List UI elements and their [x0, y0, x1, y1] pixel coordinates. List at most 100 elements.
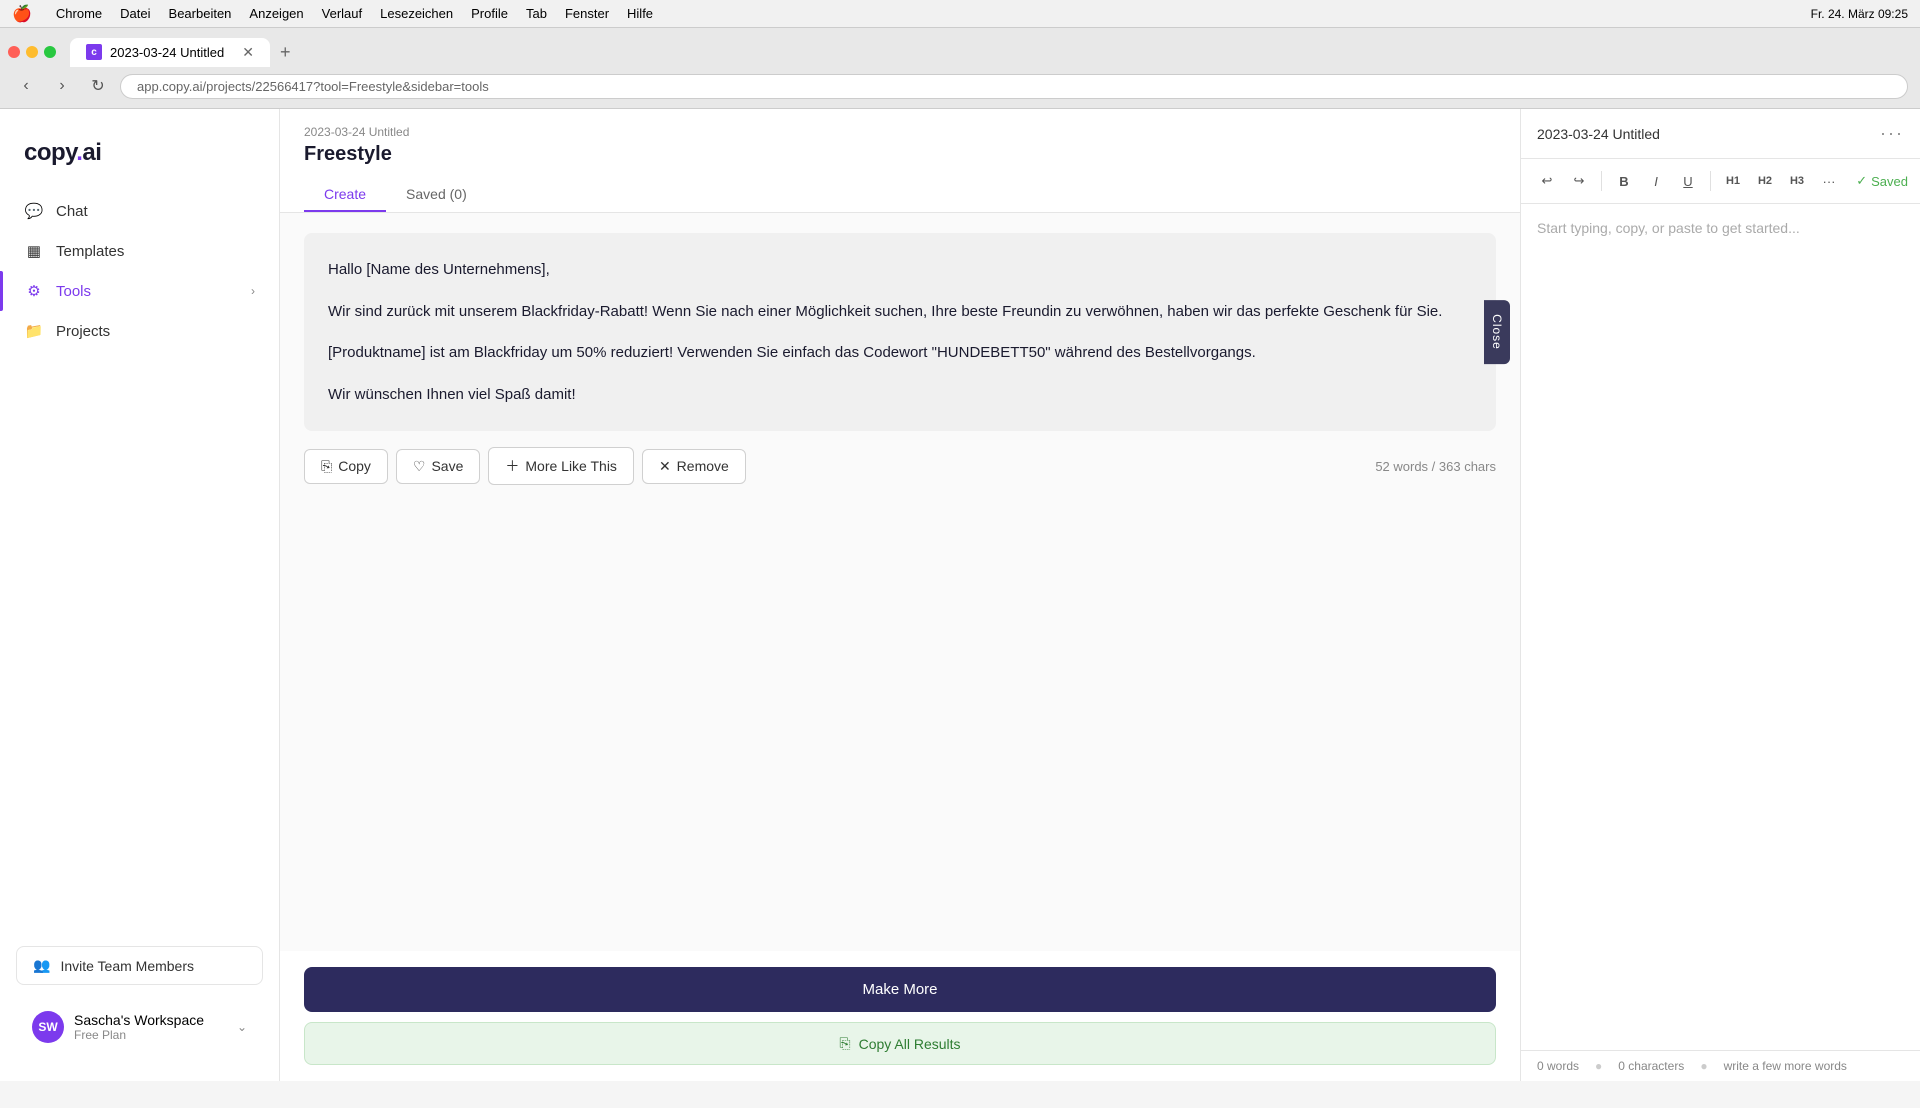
back-button[interactable]: ‹: [12, 72, 40, 100]
sidebar-item-tools[interactable]: ⚙ Tools ›: [0, 271, 279, 311]
bottom-actions: Make More ⎘ Copy All Results: [280, 951, 1520, 1081]
menu-lesezeichen[interactable]: Lesezeichen: [380, 6, 453, 21]
sidebar-item-projects[interactable]: 📁 Projects: [0, 311, 279, 351]
invite-team-members-button[interactable]: 👥 Invite Team Members: [16, 946, 263, 985]
sidebar-item-tools-label: Tools: [56, 283, 91, 300]
window-controls: [8, 46, 56, 58]
output-area: Hallo [Name des Unternehmens], Wir sind …: [280, 213, 1520, 951]
copy-all-icon: ⎘: [839, 1035, 850, 1052]
editor-placeholder: Start typing, copy, or paste to get star…: [1537, 220, 1800, 236]
remove-label: Remove: [677, 458, 729, 474]
italic-button[interactable]: I: [1642, 167, 1670, 195]
footer-separator-2: ●: [1700, 1059, 1707, 1073]
footer-words: 0 words: [1537, 1059, 1579, 1073]
remove-button[interactable]: ✕ Remove: [642, 449, 746, 484]
copy-icon: ⎘: [321, 458, 332, 475]
projects-icon: 📁: [24, 321, 44, 341]
menu-profile[interactable]: Profile: [471, 6, 508, 21]
editor-menu-button[interactable]: ···: [1880, 123, 1904, 144]
chevron-right-icon: ›: [251, 284, 255, 298]
invite-icon: 👥: [33, 957, 50, 974]
result-text: Hallo [Name des Unternehmens], Wir sind …: [328, 257, 1472, 407]
workspace-bar[interactable]: SW Sascha's Workspace Free Plan ⌄: [16, 1001, 263, 1053]
h1-button[interactable]: H1: [1719, 167, 1747, 195]
page-title: Freestyle: [304, 143, 1496, 166]
sidebar-item-templates-label: Templates: [56, 243, 124, 260]
footer-separator-1: ●: [1595, 1059, 1602, 1073]
copy-label: Copy: [338, 458, 371, 474]
editor-footer: 0 words ● 0 characters ● write a few mor…: [1521, 1050, 1920, 1081]
menu-chrome[interactable]: Chrome: [56, 6, 102, 21]
new-tab-button[interactable]: +: [274, 42, 297, 63]
more-toolbar-button[interactable]: ···: [1815, 167, 1843, 195]
tab-saved[interactable]: Saved (0): [386, 178, 487, 212]
sidebar-item-chat[interactable]: 💬 Chat: [0, 191, 279, 231]
make-more-button[interactable]: Make More: [304, 967, 1496, 1012]
redo-button[interactable]: ↪: [1565, 167, 1593, 195]
copy-all-label: Copy All Results: [859, 1036, 961, 1052]
reload-button[interactable]: ↻: [84, 72, 112, 100]
sidebar: copy.ai 💬 Chat ▦ Templates ⚙ Tools › 📁 P…: [0, 109, 280, 1081]
bold-button[interactable]: B: [1610, 167, 1638, 195]
save-icon: ♡: [413, 458, 426, 475]
menu-verlauf[interactable]: Verlauf: [322, 6, 362, 21]
workspace-info: Sascha's Workspace Free Plan: [74, 1012, 227, 1042]
address-bar[interactable]: app.copy.ai/projects/22566417?tool=Frees…: [120, 74, 1908, 99]
sidebar-item-projects-label: Projects: [56, 323, 110, 340]
check-icon: ✓: [1856, 173, 1867, 189]
h2-button[interactable]: H2: [1751, 167, 1779, 195]
more-icon: ＋: [505, 456, 519, 476]
footer-chars: 0 characters: [1618, 1059, 1684, 1073]
h3-button[interactable]: H3: [1783, 167, 1811, 195]
menu-bearbeiten[interactable]: Bearbeiten: [169, 6, 232, 21]
mac-menubar: 🍎 Chrome Datei Bearbeiten Anzeigen Verla…: [0, 0, 1920, 28]
menu-tab[interactable]: Tab: [526, 6, 547, 21]
avatar-initials: SW: [38, 1020, 57, 1034]
footer-hint: write a few more words: [1724, 1059, 1847, 1073]
workspace-name: Sascha's Workspace: [74, 1012, 227, 1028]
result-paragraph-4: Wir wünschen Ihnen viel Spaß damit!: [328, 382, 1472, 408]
tab-close-button[interactable]: ✕: [242, 44, 254, 61]
saved-status: ✓ Saved: [1856, 173, 1908, 189]
editor-body[interactable]: Start typing, copy, or paste to get star…: [1521, 204, 1920, 1050]
url-text: app.copy.ai/projects/22566417?tool=Frees…: [137, 79, 489, 94]
sidebar-item-templates[interactable]: ▦ Templates: [0, 231, 279, 271]
editor-header: 2023-03-24 Untitled ···: [1521, 109, 1920, 159]
result-paragraph-1: Hallo [Name des Unternehmens],: [328, 257, 1472, 283]
more-like-this-button[interactable]: ＋ More Like This: [488, 447, 634, 485]
main-content: 2023-03-24 Untitled Freestyle Create Sav…: [280, 109, 1520, 1081]
tab-create[interactable]: Create: [304, 178, 386, 212]
toolbar-divider: [1601, 171, 1602, 191]
logo[interactable]: copy.ai: [0, 129, 279, 191]
logo-dot: .: [76, 139, 82, 166]
menu-anzeigen[interactable]: Anzeigen: [249, 6, 303, 21]
chevron-down-icon: ⌄: [237, 1020, 247, 1034]
result-paragraph-2: Wir sind zurück mit unserem Blackfriday-…: [328, 299, 1472, 325]
menu-fenster[interactable]: Fenster: [565, 6, 609, 21]
system-time: Fr. 24. März 09:25: [1811, 7, 1908, 21]
close-sidebar-tab[interactable]: Close: [1484, 300, 1510, 364]
tools-icon: ⚙: [24, 281, 44, 301]
browser-tab-active[interactable]: c 2023-03-24 Untitled ✕: [70, 38, 270, 67]
menu-datei[interactable]: Datei: [120, 6, 150, 21]
window-maximize-button[interactable]: [44, 46, 56, 58]
more-like-this-label: More Like This: [525, 458, 617, 474]
tab-bar: c 2023-03-24 Untitled ✕ +: [0, 28, 1920, 68]
page-header: 2023-03-24 Untitled Freestyle Create Sav…: [280, 109, 1520, 213]
sidebar-item-chat-label: Chat: [56, 203, 88, 220]
apple-icon[interactable]: 🍎: [12, 4, 32, 24]
window-minimize-button[interactable]: [26, 46, 38, 58]
underline-button[interactable]: U: [1674, 167, 1702, 195]
undo-button[interactable]: ↩: [1533, 167, 1561, 195]
menu-hilfe[interactable]: Hilfe: [627, 6, 653, 21]
copy-button[interactable]: ⎘ Copy: [304, 449, 388, 484]
saved-label: Saved: [1871, 174, 1908, 189]
action-bar: ⎘ Copy ♡ Save ＋ More Like This ✕ Remove …: [304, 447, 1496, 485]
window-close-button[interactable]: [8, 46, 20, 58]
result-paragraph-3: [Produktname] ist am Blackfriday um 50% …: [328, 340, 1472, 366]
app-layout: copy.ai 💬 Chat ▦ Templates ⚙ Tools › 📁 P…: [0, 109, 1920, 1081]
forward-button[interactable]: ›: [48, 72, 76, 100]
workspace-plan: Free Plan: [74, 1028, 227, 1042]
copy-all-button[interactable]: ⎘ Copy All Results: [304, 1022, 1496, 1065]
save-button[interactable]: ♡ Save: [396, 449, 480, 484]
